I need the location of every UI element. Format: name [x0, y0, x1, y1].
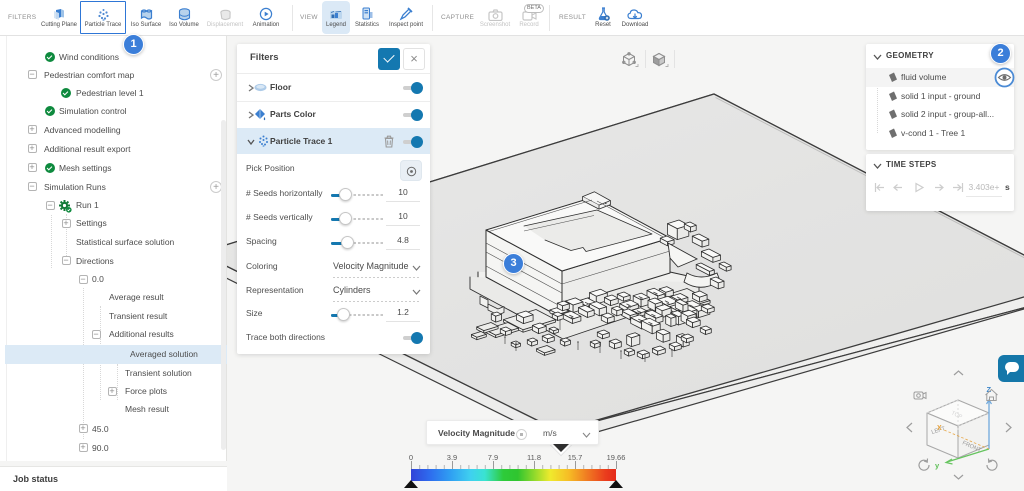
svg-text:Z: Z	[987, 385, 992, 394]
svg-text:X: X	[937, 425, 942, 432]
svg-text:y: y	[935, 461, 940, 470]
